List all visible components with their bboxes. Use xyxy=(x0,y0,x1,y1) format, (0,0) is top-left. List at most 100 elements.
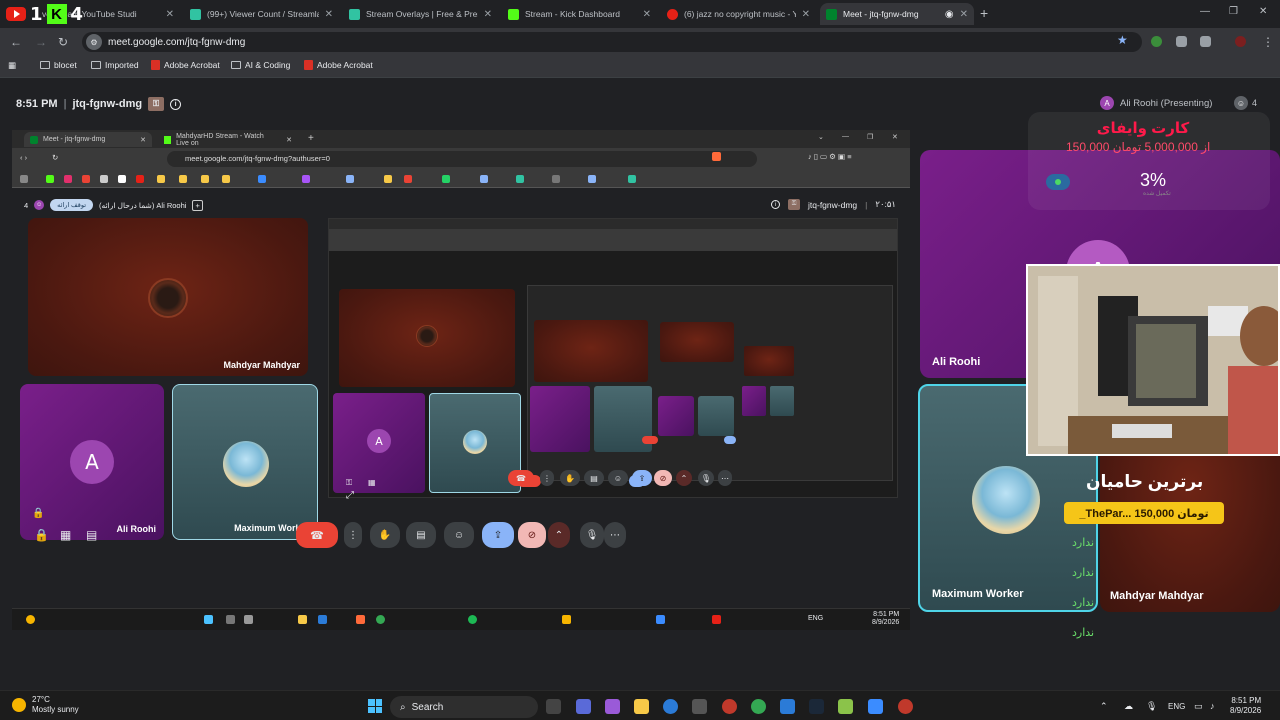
mic-icon: 🎙 xyxy=(580,522,604,548)
new-tab-icon: + xyxy=(308,133,314,144)
nested-tile-red xyxy=(339,289,515,387)
taskbar-clock[interactable]: 8:51 PM 8/9/2026 xyxy=(1230,696,1261,716)
site-info-icon[interactable]: ⚙ xyxy=(86,34,102,50)
nested-tile-red xyxy=(744,346,794,376)
bookmark-item[interactable]: Adobe Acrobat xyxy=(304,60,373,70)
shared-bookmarks xyxy=(12,170,910,188)
bookmark-icon xyxy=(588,175,596,183)
tab-streamlabs[interactable]: (99+) Viewer Count / Streamlab ✕ xyxy=(184,3,339,25)
close-icon[interactable]: ✕ xyxy=(643,9,651,20)
tab-label: Meet - jtq-fgnw-dmg xyxy=(43,136,106,143)
streamlabs-icon xyxy=(349,8,360,20)
tile-mahdyar: Mahdyar Mahdyar xyxy=(28,218,308,376)
back-button[interactable]: ← xyxy=(10,35,22,49)
tab-label: Meet - jtq-fgnw-dmg xyxy=(843,9,919,19)
volume-icon[interactable]: ♪ xyxy=(1210,701,1215,711)
steam-icon[interactable] xyxy=(809,699,824,714)
omnibox[interactable]: ⚙ meet.google.com/jtq-fgnw-dmg xyxy=(82,32,1142,52)
info-icon[interactable]: i xyxy=(170,98,182,110)
network-icon[interactable]: ▭ xyxy=(1194,701,1203,712)
tray-overflow-icon[interactable]: ⌃ xyxy=(1100,701,1108,712)
grammarly-icon[interactable] xyxy=(1151,36,1162,47)
nested-hangup xyxy=(642,436,658,444)
new-tab-button[interactable]: + xyxy=(980,5,988,21)
language-indicator[interactable]: ENG xyxy=(1168,702,1185,711)
bookmark-icon xyxy=(302,175,310,183)
file-explorer-icon[interactable] xyxy=(634,699,649,714)
edge-icon[interactable] xyxy=(663,699,678,714)
tab-kick-dashboard[interactable]: Stream - Kick Dashboard ✕ xyxy=(502,3,657,25)
chrome-icon[interactable] xyxy=(751,699,766,714)
minimize-button[interactable]: — xyxy=(1200,6,1210,17)
bookmark-item[interactable]: AI & Coding xyxy=(231,60,290,70)
window-close-button[interactable]: ✕ xyxy=(1259,6,1267,17)
app-icon[interactable] xyxy=(605,699,620,714)
kick-icon xyxy=(164,135,172,144)
maximize-button[interactable]: ❐ xyxy=(1229,6,1238,17)
kick-icon xyxy=(508,8,519,20)
app-icon xyxy=(562,615,571,624)
profile-avatar[interactable] xyxy=(1235,36,1246,47)
host-controls-icon[interactable]: ⚿ xyxy=(148,97,165,111)
tab-youtube-jazz[interactable]: (6) jazz no copyright music - Yo ✕ xyxy=(661,3,816,25)
copilot-icon[interactable] xyxy=(576,699,591,714)
shared-leave-call-button: ☎ xyxy=(296,522,338,548)
vscode-icon[interactable] xyxy=(780,699,795,714)
divider: | xyxy=(865,199,868,210)
grid-icon: ▦ xyxy=(368,478,376,487)
app-icon[interactable] xyxy=(838,699,853,714)
meeting-header: 8:51 PM | jtq-fgnw-dmg ⚿ i xyxy=(16,97,182,111)
apps-grid-icon xyxy=(20,175,28,183)
participants-button[interactable]: ☺ 4 xyxy=(1234,96,1257,110)
close-icon[interactable]: ✕ xyxy=(166,9,174,20)
app-icon[interactable] xyxy=(722,699,737,714)
gmail-icon xyxy=(82,175,90,183)
tab-stream-overlays[interactable]: Stream Overlays | Free & Premiu ✕ xyxy=(343,3,498,25)
tab-meet[interactable]: Meet - jtq-fgnw-dmg ◉ ✕ xyxy=(820,3,974,25)
maximize-icon: ❐ xyxy=(867,134,874,141)
windows-start-icon[interactable] xyxy=(368,699,382,713)
onedrive-icon[interactable]: ☁ xyxy=(1124,701,1133,712)
stream-overlay-counters: 1 K 4 xyxy=(6,2,83,26)
taskbar-search[interactable]: ⌕ Search xyxy=(390,696,538,718)
sun-icon xyxy=(12,698,26,712)
search-label: Search xyxy=(411,701,444,713)
shared-omnibox: meet.google.com/jtq-fgnw-dmg?authuser=0 xyxy=(167,151,757,167)
bookmark-icon xyxy=(404,175,412,183)
close-icon[interactable]: ✕ xyxy=(325,9,333,20)
apps-grid-icon[interactable]: ▦ xyxy=(8,60,16,71)
goal-title: کارت وایفای xyxy=(1096,120,1190,137)
more-options-icon: ⋯ xyxy=(718,470,732,486)
mic-icon[interactable]: 🎙 xyxy=(1146,701,1157,712)
weather-widget[interactable]: 27°C Mostly sunny xyxy=(12,695,79,715)
close-icon[interactable]: ✕ xyxy=(960,9,968,20)
nested-tile-purple xyxy=(658,396,694,436)
task-view-icon[interactable] xyxy=(546,699,561,714)
shield-icon[interactable] xyxy=(1176,36,1187,47)
shared-meeting-info: i ⚿ jtq-fgnw-dmg | ۲۰:۵۱ xyxy=(771,199,896,210)
store-icon[interactable] xyxy=(692,699,707,714)
forward-button[interactable]: → xyxy=(35,35,47,49)
nested-tile-purple xyxy=(530,386,590,452)
obs-icon[interactable] xyxy=(898,699,913,714)
close-icon[interactable]: ✕ xyxy=(802,9,810,20)
reload-button[interactable]: ↻ xyxy=(58,35,68,49)
close-icon: ✕ xyxy=(286,136,292,144)
presenter-avatar: A xyxy=(1100,96,1114,110)
more-icon: ⋮ xyxy=(540,470,554,486)
extensions-icon[interactable] xyxy=(1200,36,1211,47)
host-lock-icon: 🔒 xyxy=(34,528,49,542)
bookmark-star-icon[interactable]: ★ xyxy=(1117,33,1128,47)
bookmark-item[interactable]: blocet xyxy=(40,60,77,70)
folder-icon xyxy=(157,175,165,183)
bookmark-item[interactable]: Imported xyxy=(91,60,139,70)
browser-menu-icon[interactable]: ⋮ xyxy=(1262,35,1274,49)
chevron-up-icon: ⌃ xyxy=(548,522,570,548)
app-icon[interactable] xyxy=(868,699,883,714)
close-icon[interactable]: ✕ xyxy=(484,9,492,20)
bookmark-icon xyxy=(100,175,108,183)
participant-name: Maximum Worker xyxy=(932,588,1024,600)
participant-name: Mahdyar Mahdyar xyxy=(223,360,300,370)
screen: ve stream YouTube Studi ✕ 1 K 4 (99+) Vi… xyxy=(0,0,1280,720)
bookmark-item[interactable]: Adobe Acrobat xyxy=(151,60,220,70)
